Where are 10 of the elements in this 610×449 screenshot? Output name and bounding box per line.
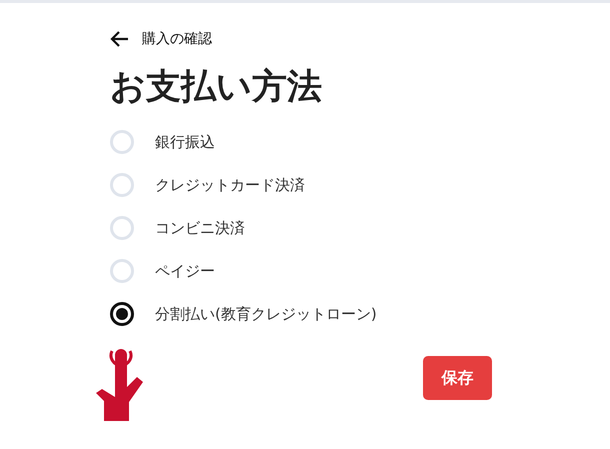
save-button[interactable]: 保存 (423, 356, 492, 400)
option-label: コンビニ決済 (155, 218, 245, 238)
radio-button[interactable] (110, 302, 134, 326)
option-label: 分割払い(教育クレジットローン) (155, 304, 377, 324)
option-label: ペイジー (155, 262, 215, 280)
back-link[interactable]: 購入の確認 (110, 30, 492, 48)
page-title: お支払い方法 (110, 66, 323, 108)
back-arrow-icon (110, 30, 130, 48)
option-label: クレジットカード決済 (155, 176, 305, 194)
option-label: 銀行振込 (155, 132, 215, 152)
